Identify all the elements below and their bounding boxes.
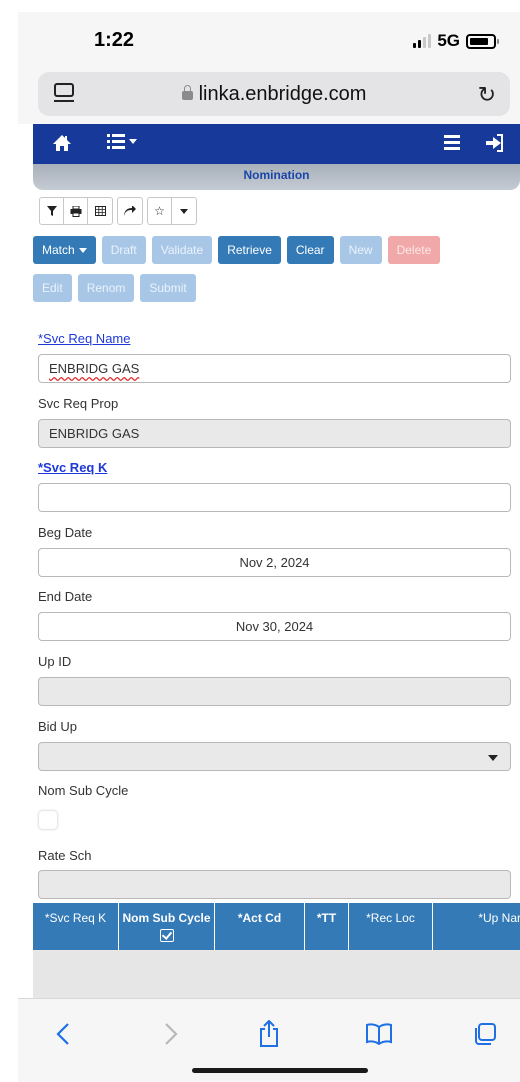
home-indicator[interactable] [192, 1068, 368, 1073]
browser-top-chrome: 1:22 5G linka.enbridge.com ↻ [18, 12, 520, 124]
print-icon[interactable] [64, 198, 88, 224]
up-id-label: Up ID [38, 654, 72, 669]
page-title-bar: Nomination [33, 164, 520, 190]
svc-req-prop-input: ENBRIDG GAS [38, 419, 511, 448]
up-id-input [38, 677, 511, 706]
nom-sub-cycle-checkbox[interactable] [38, 810, 58, 830]
column-header-rec-loc[interactable]: *Rec Loc [349, 903, 433, 950]
end-date-label: End Date [38, 589, 93, 604]
beg-date-label: Beg Date [38, 525, 93, 540]
status-indicators: 5G [413, 31, 499, 51]
lock-icon [181, 85, 193, 100]
column-header-svc-req-k[interactable]: *Svc Req K [33, 903, 119, 950]
column-header-act-cd[interactable]: *Act Cd [215, 903, 305, 950]
forward-icon[interactable] [156, 1019, 186, 1049]
app-navbar [33, 124, 520, 164]
status-time: 1:22 [94, 29, 135, 51]
match-button[interactable]: Match [33, 236, 96, 264]
chevron-down-icon [488, 755, 498, 761]
home-icon[interactable] [52, 132, 72, 154]
column-header-up-name[interactable]: *Up Nar [433, 903, 520, 950]
svc-req-k-input[interactable] [38, 483, 511, 512]
rate-sch-label: Rate Sch [38, 848, 92, 863]
star-icon[interactable]: ☆ [148, 198, 172, 224]
battery-icon [466, 33, 499, 49]
filter-icon[interactable] [40, 198, 64, 224]
network-type: 5G [437, 31, 460, 50]
grid-header: *Svc Req K Nom Sub Cycle *Act Cd *TT *Re… [33, 903, 520, 950]
share-icon[interactable] [118, 198, 142, 224]
action-buttons-row-1: Match Draft Validate Retrieve Clear New … [33, 236, 441, 264]
hamburger-menu-icon[interactable] [444, 135, 460, 150]
edit-button[interactable]: Edit [33, 274, 72, 302]
new-button[interactable]: New [339, 236, 382, 264]
logout-icon[interactable] [484, 134, 504, 152]
list-menu-icon[interactable] [107, 133, 137, 149]
bid-up-select[interactable] [38, 742, 511, 771]
draft-button[interactable]: Draft [101, 236, 146, 264]
select-all-checkbox-icon[interactable] [159, 929, 174, 942]
page-title: Nomination [243, 168, 310, 182]
delete-button[interactable]: Delete [387, 236, 441, 264]
column-header-nom-sub-cycle-label: Nom Sub Cycle [122, 911, 211, 925]
beg-date-input[interactable]: Nov 2, 2024 [38, 548, 511, 577]
back-icon[interactable] [48, 1019, 78, 1049]
bookmarks-icon[interactable] [364, 1019, 394, 1049]
svc-req-name-value: ENBRIDG GAS [49, 361, 140, 376]
column-header-nom-sub-cycle[interactable]: Nom Sub Cycle [119, 903, 215, 950]
caret-down-icon[interactable] [172, 198, 196, 224]
share-icon[interactable] [254, 1019, 284, 1049]
end-date-input[interactable]: Nov 30, 2024 [38, 612, 511, 641]
svc-req-name-label[interactable]: *Svc Req Name [38, 331, 130, 346]
signal-icon [413, 34, 432, 48]
submit-button[interactable]: Submit [140, 274, 196, 302]
reload-icon[interactable]: ↻ [478, 82, 496, 108]
url-label: linka.enbridge.com [198, 83, 367, 105]
address-bar[interactable]: linka.enbridge.com ↻ [38, 72, 510, 116]
grid-body [33, 950, 520, 998]
grid-icon[interactable] [88, 198, 112, 224]
tabs-icon[interactable] [470, 1019, 500, 1049]
validate-button[interactable]: Validate [151, 236, 213, 264]
bid-up-label: Bid Up [38, 719, 78, 734]
svc-req-name-input[interactable]: ENBRIDG GAS [38, 354, 511, 383]
column-header-tt[interactable]: *TT [305, 903, 349, 950]
rate-sch-input [38, 870, 511, 899]
clear-button[interactable]: Clear [286, 236, 334, 264]
renom-button[interactable]: Renom [77, 274, 135, 302]
nom-sub-cycle-label: Nom Sub Cycle [38, 783, 129, 798]
svc-req-prop-label: Svc Req Prop [38, 396, 119, 411]
action-buttons-row-2: Edit Renom Submit [33, 274, 196, 302]
grid-toolbar: ☆ [39, 197, 201, 225]
svc-req-k-label[interactable]: *Svc Req K [38, 460, 107, 475]
retrieve-button[interactable]: Retrieve [218, 236, 281, 264]
url-text[interactable]: linka.enbridge.com [38, 83, 510, 106]
